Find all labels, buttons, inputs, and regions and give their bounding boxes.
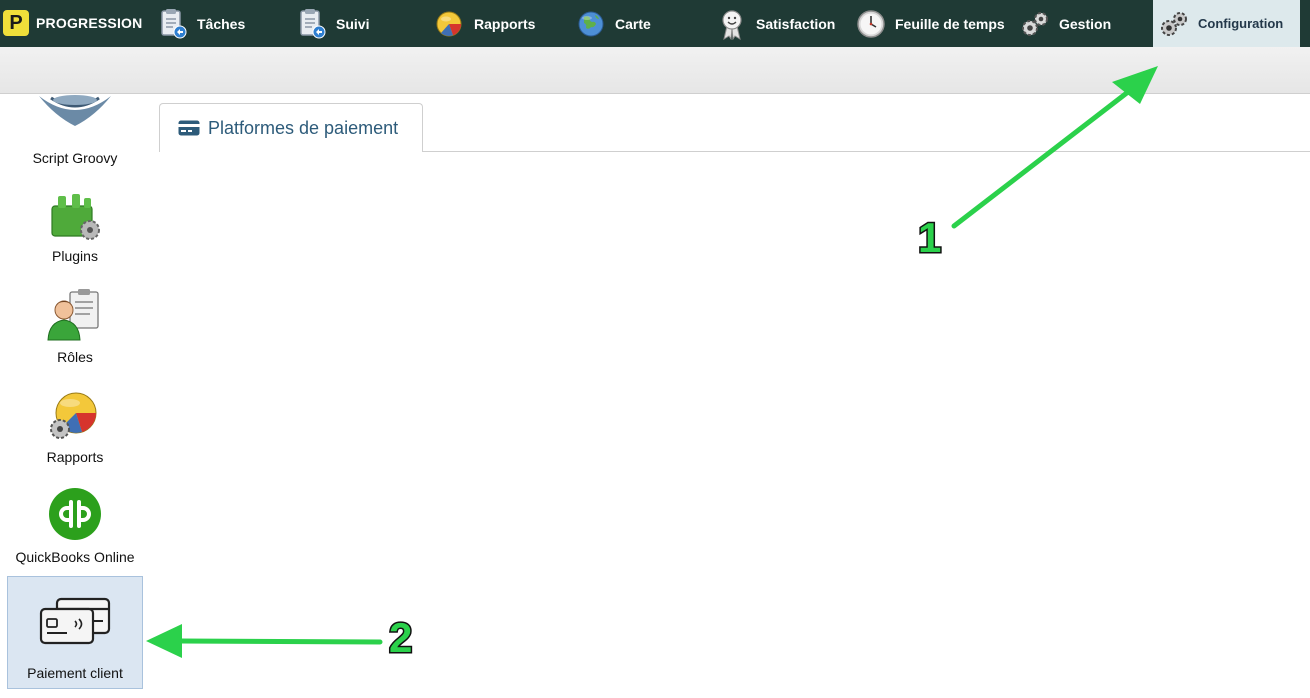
annotation-number-1: 1 <box>916 213 942 263</box>
annotation-arrow-1 <box>951 66 1158 229</box>
annotation-arrow-2 <box>146 624 383 658</box>
annotation-number-2: 2 <box>387 613 413 663</box>
annotation-overlay <box>146 66 1158 658</box>
